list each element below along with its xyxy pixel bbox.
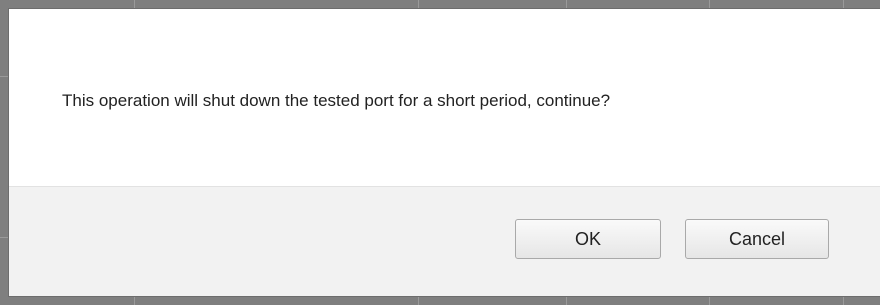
ok-button[interactable]: OK [515, 219, 661, 259]
cancel-button[interactable]: Cancel [685, 219, 829, 259]
dialog-button-bar: OK Cancel [9, 186, 880, 296]
dialog-message-area: This operation will shut down the tested… [9, 9, 880, 186]
dialog-message: This operation will shut down the tested… [62, 91, 611, 110]
confirm-dialog: This operation will shut down the tested… [8, 8, 880, 297]
